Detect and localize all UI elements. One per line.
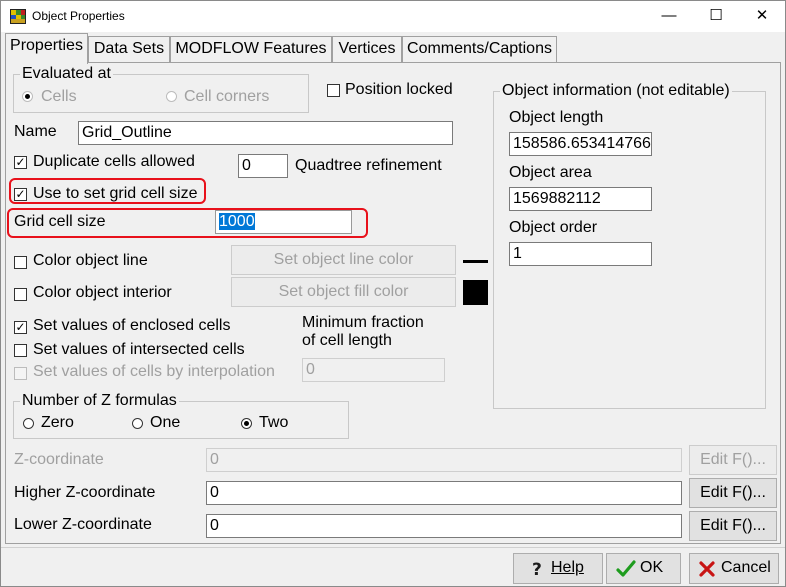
quadtree-refinement-input[interactable]: 0 [238, 154, 288, 178]
higher-z-edit-f-button[interactable]: Edit F()... [689, 478, 777, 508]
window-title: Object Properties [32, 9, 125, 23]
z-two-radio[interactable] [241, 418, 252, 429]
bottom-separator [1, 547, 785, 548]
color-object-line-checkbox[interactable] [14, 256, 27, 269]
object-length-value: 158586.653414766 [509, 132, 652, 156]
cell-corners-radio [166, 91, 177, 102]
color-object-interior-label: Color object interior [33, 284, 172, 301]
app-icon [10, 9, 26, 24]
higher-z-input[interactable]: 0 [206, 481, 682, 505]
set-intersected-label: Set values of intersected cells [33, 341, 245, 358]
ok-label: OK [640, 559, 664, 576]
min-fraction-label-2: of cell length [302, 332, 392, 349]
cancel-button[interactable]: Cancel [689, 553, 779, 584]
title-bar: Object Properties — ☐ ✕ [1, 1, 785, 32]
grid-cell-size-value: 1000 [219, 213, 255, 230]
set-enclosed-label: Set values of enclosed cells [33, 317, 231, 334]
z-one-label: One [150, 414, 181, 431]
lower-z-edit-f-button[interactable]: Edit F()... [689, 511, 777, 541]
min-fraction-input: 0 [302, 358, 445, 382]
tab-data-sets[interactable]: Data Sets [88, 36, 170, 62]
color-object-line-label: Color object line [33, 252, 148, 269]
help-label: Help [551, 559, 584, 576]
maximize-button[interactable]: ☐ [693, 1, 739, 32]
object-order-label: Object order [509, 219, 598, 236]
tab-properties[interactable]: Properties [5, 33, 88, 64]
evaluated-at-title: Evaluated at [20, 65, 113, 83]
color-object-interior-checkbox[interactable] [14, 288, 27, 301]
higher-z-label: Higher Z-coordinate [14, 484, 156, 501]
position-locked-label: Position locked [345, 81, 453, 98]
use-grid-cell-size-checkbox[interactable]: ✓ [14, 188, 27, 201]
tab-comments-captions[interactable]: Comments/Captions [402, 36, 557, 62]
grid-cell-size-input[interactable]: 1000 [215, 210, 352, 234]
object-info-title: Object information (not editable) [500, 82, 732, 100]
ok-button[interactable]: OK [606, 553, 681, 584]
duplicate-cells-label: Duplicate cells allowed [33, 153, 195, 170]
set-interpolation-label: Set values of cells by interpolation [33, 363, 275, 380]
set-object-fill-color-button[interactable]: Set object fill color [231, 277, 456, 307]
z-coordinate-input: 0 [206, 448, 682, 472]
z-one-radio[interactable] [132, 418, 143, 429]
help-icon: ? [532, 560, 542, 578]
min-fraction-label-1: Minimum fraction [302, 314, 424, 331]
z-coordinate-edit-f-button: Edit F()... [689, 445, 777, 475]
tab-strip: Properties Data Sets MODFLOW Features Ve… [1, 33, 785, 64]
set-interpolation-checkbox [14, 367, 27, 380]
set-intersected-checkbox[interactable] [14, 344, 27, 357]
close-button[interactable]: ✕ [739, 1, 785, 32]
name-input[interactable]: Grid_Outline [78, 121, 453, 145]
quadtree-refinement-label: Quadtree refinement [295, 157, 442, 174]
lower-z-label: Lower Z-coordinate [14, 516, 152, 533]
check-icon [616, 560, 636, 577]
cells-label: Cells [41, 88, 77, 105]
lower-z-input[interactable]: 0 [206, 514, 682, 538]
cells-radio [22, 91, 33, 102]
position-locked-checkbox[interactable] [327, 84, 340, 97]
z-formulas-title: Number of Z formulas [20, 392, 179, 410]
object-area-value: 1569882112 [509, 187, 652, 211]
minimize-button[interactable]: — [646, 1, 692, 32]
tab-modflow-features[interactable]: MODFLOW Features [170, 36, 332, 62]
tab-vertices[interactable]: Vertices [332, 36, 402, 62]
cancel-x-icon [699, 561, 715, 577]
svg-text:?: ? [532, 560, 542, 578]
z-coordinate-label: Z-coordinate [14, 451, 104, 468]
set-enclosed-checkbox[interactable]: ✓ [14, 321, 27, 334]
set-object-line-color-button[interactable]: Set object line color [231, 245, 456, 275]
help-button[interactable]: ? Help [513, 553, 603, 584]
name-label: Name [14, 123, 57, 140]
fill-color-swatch [463, 280, 488, 305]
line-color-swatch [463, 260, 488, 263]
cancel-label: Cancel [721, 559, 771, 576]
object-properties-window: Object Properties — ☐ ✕ Properties Data … [0, 0, 786, 587]
object-area-label: Object area [509, 164, 592, 181]
z-zero-radio[interactable] [23, 418, 34, 429]
z-zero-label: Zero [41, 414, 74, 431]
object-order-value: 1 [509, 242, 652, 266]
cell-corners-label: Cell corners [184, 88, 270, 105]
use-grid-cell-size-label: Use to set grid cell size [33, 185, 198, 202]
object-length-label: Object length [509, 109, 604, 126]
grid-cell-size-label: Grid cell size [14, 213, 106, 230]
duplicate-cells-checkbox[interactable]: ✓ [14, 156, 27, 169]
z-two-label: Two [259, 414, 289, 431]
